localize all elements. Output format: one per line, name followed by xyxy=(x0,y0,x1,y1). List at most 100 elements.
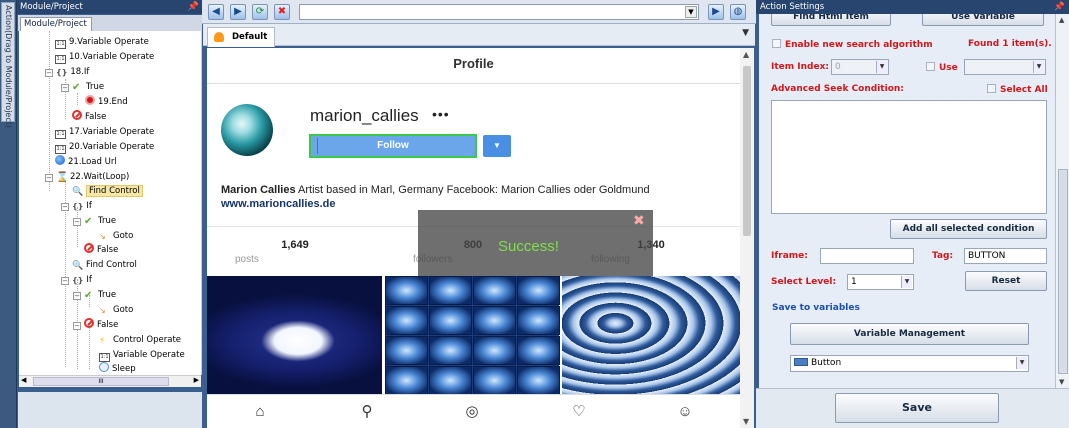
collapse-toggle[interactable]: − xyxy=(73,322,81,330)
follow-dropdown-button[interactable]: ▼ xyxy=(483,135,511,157)
tab-module-project[interactable]: Module/Project xyxy=(20,17,92,31)
tree-item[interactable]: ⚡ Control Operate xyxy=(99,333,181,347)
variable-type-select[interactable]: Button ▼ xyxy=(790,355,1029,372)
tab-label: Default xyxy=(232,32,268,42)
app-window: Action(Drag to Module/Project) Module/Pr… xyxy=(0,0,1069,428)
tree-item[interactable]: ✔ True xyxy=(84,214,116,228)
bio-link[interactable]: www.marioncallies.de xyxy=(221,198,336,210)
close-icon[interactable]: ✖ xyxy=(633,214,647,228)
stat-posts[interactable]: 1,649 posts xyxy=(235,239,355,265)
tree-item[interactable]: 1:1 9.Variable Operate xyxy=(55,35,149,49)
back-button[interactable]: ◀ xyxy=(208,4,224,20)
url-dropdown-icon[interactable]: ▼ xyxy=(685,6,697,18)
enable-search-checkbox[interactable] xyxy=(772,39,781,48)
control-operate-icon: ⚡ xyxy=(99,336,106,346)
tree-item[interactable]: 1:1 17.Variable Operate xyxy=(55,125,154,139)
tree-item[interactable]: ✔ True xyxy=(72,80,104,94)
search-icon[interactable]: ⚲ xyxy=(357,403,377,421)
tree-item[interactable]: {} If xyxy=(72,273,92,287)
tree-item[interactable]: False xyxy=(84,318,118,332)
scroll-left-icon[interactable]: ◀ xyxy=(21,376,26,384)
select-all-checkbox[interactable] xyxy=(987,84,996,93)
pin-icon[interactable]: 📌 xyxy=(1054,0,1065,14)
tree-horizontal-scrollbar[interactable]: ◀ III ▶ xyxy=(19,375,201,387)
tree-item[interactable]: 1:1 20.Variable Operate xyxy=(55,140,154,154)
page-scrollbar[interactable]: ▲ ▼ xyxy=(740,48,754,428)
scroll-up-icon[interactable]: ▲ xyxy=(1059,16,1064,24)
tree-item[interactable]: {} 18.If xyxy=(56,65,89,79)
collapse-toggle[interactable]: − xyxy=(61,203,69,211)
tree-item[interactable]: ↘ Goto xyxy=(99,303,133,317)
refresh-button[interactable]: ⟳ xyxy=(252,4,268,20)
home-icon[interactable]: ⌂ xyxy=(250,403,270,421)
collapse-toggle[interactable]: − xyxy=(45,174,53,182)
add-all-selected-condition-button[interactable]: Add all selected condition xyxy=(890,219,1047,239)
heart-icon[interactable]: ♡ xyxy=(569,403,589,421)
tree-item[interactable]: ⌛ 22.Wait(Loop) xyxy=(56,170,129,184)
collapse-toggle[interactable]: − xyxy=(73,218,81,226)
globe-button[interactable]: ◍ xyxy=(730,4,746,20)
tab-default[interactable]: Default xyxy=(207,27,275,47)
scroll-down-icon[interactable]: ▼ xyxy=(1059,378,1064,386)
tree-item-selected[interactable]: 🔍 Find Control xyxy=(72,184,143,198)
use-select[interactable]: ▼ xyxy=(964,59,1046,75)
tree-item[interactable]: {} If xyxy=(72,199,92,213)
photo-blue-clouds[interactable] xyxy=(562,276,740,394)
tab-list-chevron-down-icon[interactable]: ▼ xyxy=(742,28,749,38)
select-level-select[interactable]: 1 ▼ xyxy=(847,274,914,290)
url-input[interactable]: ▼ xyxy=(299,4,699,20)
select-all-row[interactable]: Select All xyxy=(987,84,1048,95)
scroll-up-icon[interactable]: ▲ xyxy=(743,50,749,59)
save-to-variables-link[interactable]: Save to variables xyxy=(772,303,860,313)
variable-icon: 1:1 xyxy=(55,145,66,154)
variable-management-button[interactable]: Variable Management xyxy=(790,323,1029,345)
scroll-right-icon[interactable]: ▶ xyxy=(194,376,199,384)
avatar[interactable] xyxy=(221,104,273,156)
panel-tab-bar: Module/Project xyxy=(18,15,202,31)
photo-tiled-sky[interactable] xyxy=(385,276,560,395)
enable-search-row[interactable]: Enable new search algorithm xyxy=(772,39,933,50)
h-scroll-thumb[interactable]: III xyxy=(33,377,169,386)
use-checkbox[interactable] xyxy=(926,62,935,71)
tree-item[interactable]: False xyxy=(72,110,106,124)
settings-scroll-thumb[interactable] xyxy=(1058,169,1068,374)
stop-button[interactable]: ✖ xyxy=(274,4,290,20)
action-drag-tab[interactable]: Action(Drag to Module/Project) xyxy=(1,2,15,128)
save-button[interactable]: Save xyxy=(835,393,999,423)
page-scroll-thumb[interactable] xyxy=(743,66,751,236)
use-row[interactable]: Use xyxy=(926,62,958,73)
tag-input[interactable]: BUTTON xyxy=(964,248,1047,264)
scroll-down-icon[interactable]: ▼ xyxy=(743,417,749,426)
tree-item[interactable]: ✔ True xyxy=(84,288,116,302)
chevron-down-icon: ▼ xyxy=(876,61,887,73)
tree-item[interactable]: 1:1 10.Variable Operate xyxy=(55,50,154,64)
pin-icon[interactable]: 📌 xyxy=(188,0,199,14)
tree-item[interactable]: False xyxy=(84,243,118,257)
tree-item[interactable]: 🔍 Find Control xyxy=(72,258,137,272)
collapse-toggle[interactable]: − xyxy=(45,69,53,77)
photo-cloud-heart[interactable] xyxy=(207,276,382,394)
iframe-input[interactable] xyxy=(820,248,914,264)
use-variable-button[interactable]: Use Variable xyxy=(922,14,1044,26)
tree-item[interactable]: Sleep xyxy=(99,362,136,375)
forward-button[interactable]: ▶ xyxy=(230,4,246,20)
camera-icon[interactable]: ◎ xyxy=(462,403,482,421)
settings-scrollbar[interactable]: ▲ ▼ xyxy=(1055,14,1069,388)
more-options-icon[interactable]: ••• xyxy=(432,106,450,122)
find-html-item-button[interactable]: Find Html Item xyxy=(771,14,891,26)
tree-item[interactable]: 19.End xyxy=(85,95,128,109)
go-button[interactable]: ▶ xyxy=(708,4,724,20)
profile-icon[interactable]: ☺ xyxy=(675,403,695,421)
reset-button[interactable]: Reset xyxy=(965,271,1047,291)
collapse-toggle[interactable]: − xyxy=(61,277,69,285)
tree-item[interactable]: ↘ Goto xyxy=(99,229,133,243)
collapse-toggle[interactable]: − xyxy=(73,292,81,300)
item-index-select[interactable]: 0 ▼ xyxy=(831,59,889,75)
tree-item[interactable]: 21.Load Url xyxy=(55,155,117,169)
tree-item-label: 10.Variable Operate xyxy=(69,52,155,62)
seek-condition-list[interactable] xyxy=(771,100,1047,214)
collapse-toggle[interactable]: − xyxy=(61,84,69,92)
follow-button[interactable]: Follow xyxy=(309,134,477,158)
select-all-label: Select All xyxy=(1000,85,1048,95)
tree-item[interactable]: 1:1 Variable Operate xyxy=(99,348,185,362)
